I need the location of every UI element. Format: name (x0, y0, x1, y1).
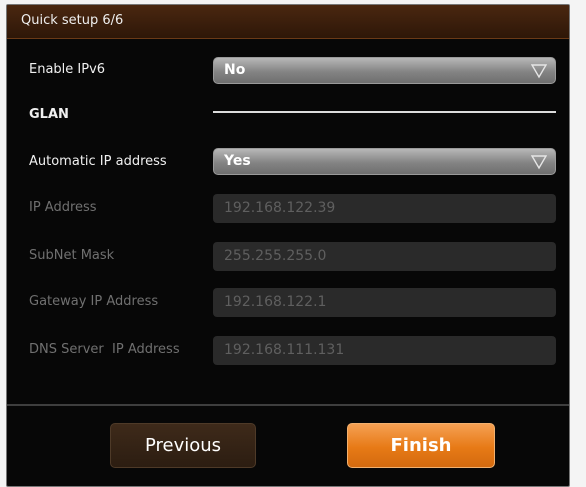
title-bar: Quick setup 6/6 (7, 5, 569, 39)
finish-button[interactable]: Finish (347, 423, 495, 468)
enable-ipv6-value: No (224, 62, 246, 78)
chevron-down-icon (531, 155, 547, 170)
dns-server-ip-field[interactable]: 192.168.111.131 (213, 336, 556, 365)
ip-address-field[interactable]: 192.168.122.39 (213, 194, 556, 223)
dns-server-ip-label: DNS Server IP Address (29, 342, 180, 357)
subnet-mask-label: SubNet Mask (29, 248, 115, 263)
finish-button-label: Finish (390, 435, 452, 456)
automatic-ip-label: Automatic IP address (29, 154, 167, 169)
chevron-down-icon (531, 64, 547, 79)
footer-divider (7, 404, 569, 406)
dns-server-ip-value: 192.168.111.131 (224, 342, 345, 358)
enable-ipv6-select[interactable]: No (213, 57, 556, 84)
quick-setup-dialog: Quick setup 6/6 Enable IPv6 No GLAN Auto… (6, 4, 570, 487)
enable-ipv6-label: Enable IPv6 (29, 62, 106, 77)
automatic-ip-value: Yes (224, 153, 251, 169)
glan-divider (213, 111, 556, 113)
ip-address-label: IP Address (29, 200, 97, 215)
subnet-mask-value: 255.255.255.0 (224, 248, 327, 264)
gateway-ip-field[interactable]: 192.168.122.1 (213, 288, 556, 317)
subnet-mask-field[interactable]: 255.255.255.0 (213, 242, 556, 271)
gateway-ip-label: Gateway IP Address (29, 294, 159, 309)
ip-address-value: 192.168.122.39 (224, 200, 336, 216)
dialog-title: Quick setup 6/6 (21, 13, 124, 28)
gateway-ip-value: 192.168.122.1 (224, 294, 327, 310)
previous-button-label: Previous (144, 435, 222, 456)
glan-section-label: GLAN (29, 107, 69, 122)
previous-button[interactable]: Previous (110, 423, 256, 468)
automatic-ip-select[interactable]: Yes (213, 148, 556, 175)
